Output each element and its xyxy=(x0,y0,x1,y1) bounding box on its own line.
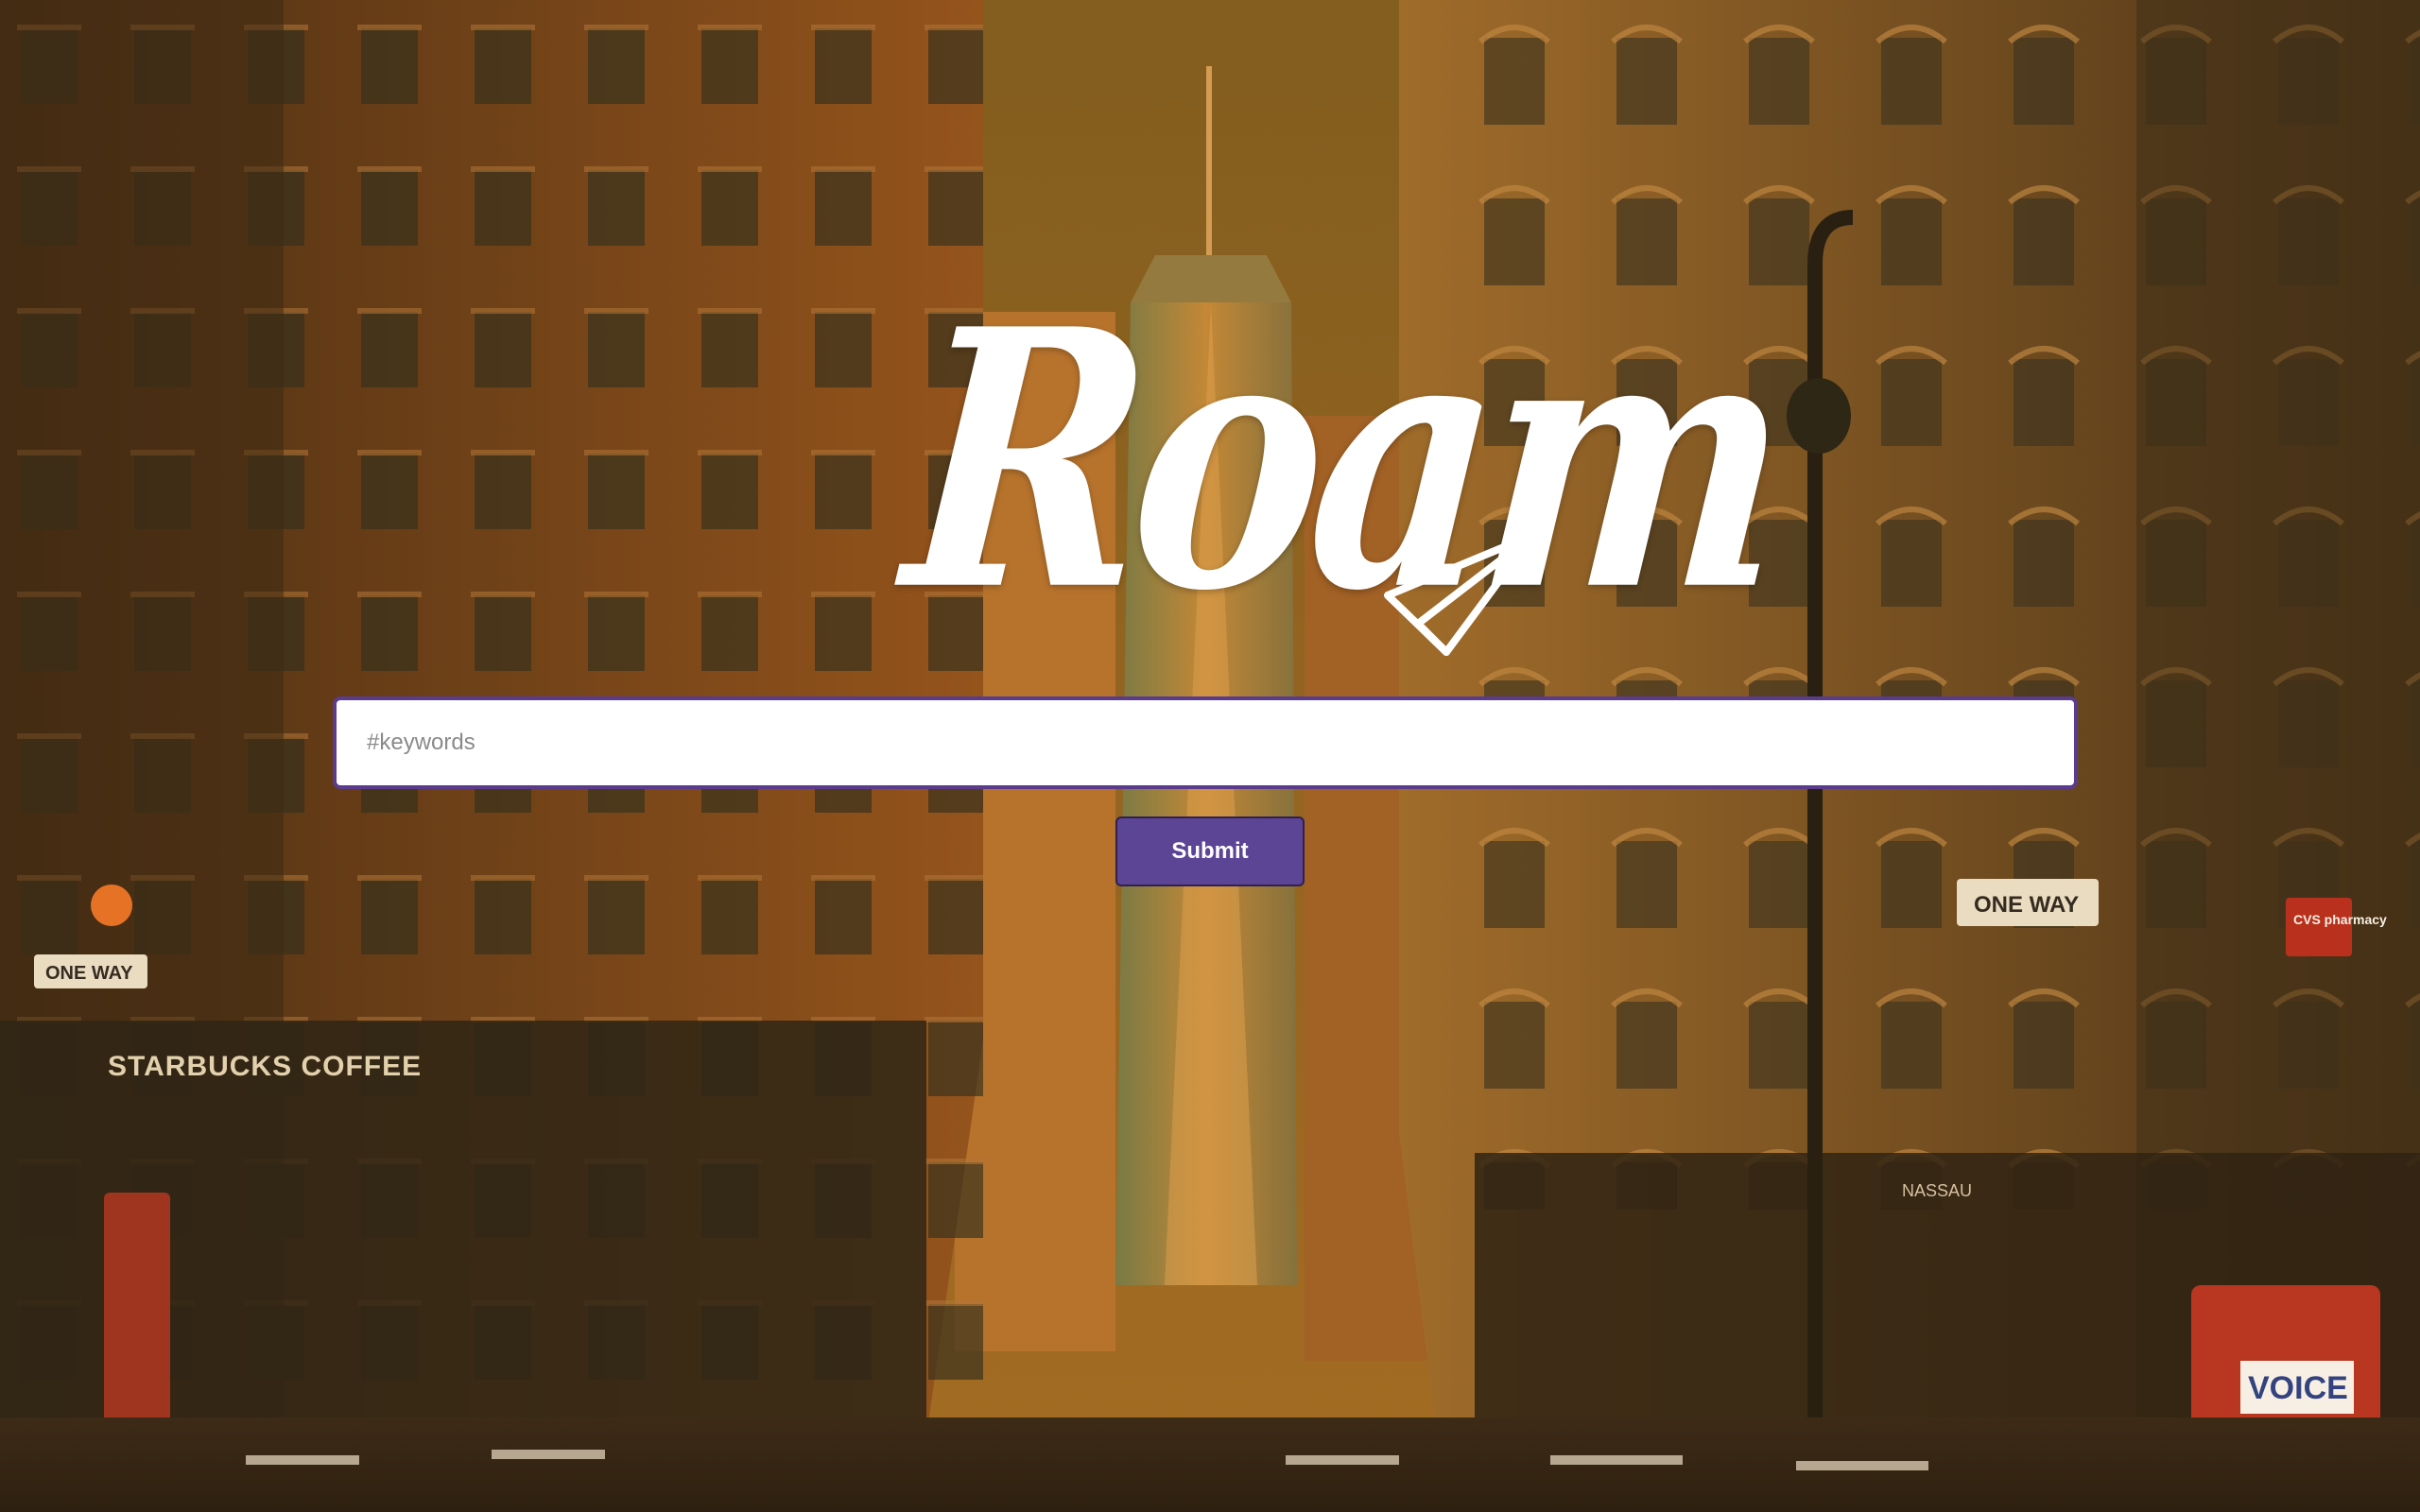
keywords-search-input[interactable] xyxy=(333,696,2078,789)
paper-plane-icon xyxy=(1384,531,1537,656)
submit-button[interactable]: Submit xyxy=(1115,816,1305,886)
page: STARBUCKS COFFEE ONE WAY ONE WAY CVS pha… xyxy=(0,0,2420,1512)
roam-logo: Roam xyxy=(894,251,1792,680)
logo-text: Roam xyxy=(893,251,1793,669)
